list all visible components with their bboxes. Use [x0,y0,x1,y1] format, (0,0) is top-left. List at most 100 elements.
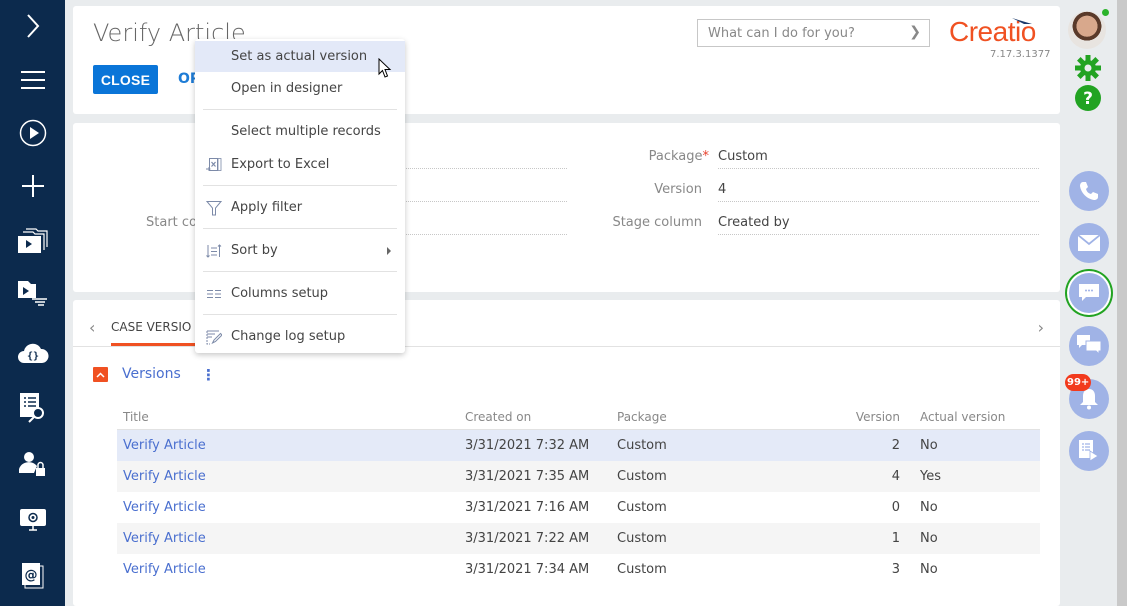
phone-icon [1080,182,1098,200]
table-row[interactable]: Verify Article 3/31/2021 7:34 AM Custom … [117,554,1040,585]
stage-column-field[interactable]: Created by [718,215,790,230]
column-header-created-on[interactable]: Created on [465,410,531,424]
monitor-gear-icon [19,509,46,531]
row-title-link[interactable]: Verify Article [123,531,206,546]
plus-icon [21,175,44,197]
nav-menu-button[interactable] [0,60,65,100]
menu-item-label: Open in designer [231,81,343,96]
column-header-package[interactable]: Package [617,410,667,424]
row-title-link[interactable]: Verify Article [123,438,206,453]
svg-text:?: ? [1083,89,1093,109]
versions-section-title[interactable]: Versions [122,366,181,382]
column-header-actual-version[interactable]: Actual version [920,410,1005,424]
row-created-on: 3/31/2021 7:16 AM [465,500,590,515]
row-package: Custom [617,438,667,453]
row-title-link[interactable]: Verify Article [123,562,206,577]
menu-item-columns-setup[interactable]: Columns setup [195,278,405,309]
row-actual-version: No [920,562,938,577]
tabs-prev-button[interactable]: ‹ [89,318,95,337]
system-designer-button[interactable] [1075,55,1101,81]
package-field[interactable]: Custom [718,149,768,164]
version-field[interactable]: 4 [718,182,726,197]
versions-grid: Title Created on Package Version Actual … [117,404,1040,585]
menu-item-open-in-designer[interactable]: Open in designer [195,73,405,104]
nav-process-log-button[interactable] [0,274,65,314]
nav-start-button[interactable] [0,113,65,153]
nav-lookups-button[interactable] [0,388,65,428]
collapse-section-button[interactable] [93,367,108,382]
sort-icon [206,244,222,258]
menu-item-sort-by[interactable]: Sort by [195,235,405,266]
field-underline [402,234,567,235]
svg-text:@: @ [24,568,37,583]
menu-item-label: Apply filter [231,200,303,215]
row-created-on: 3/31/2021 7:35 AM [465,469,590,484]
menu-item-label: Export to Excel [231,157,330,172]
tab-case-versions[interactable]: CASE VERSIO [111,320,191,334]
menu-item-label: Change log setup [231,329,346,344]
table-row[interactable]: Verify Article 3/31/2021 7:16 AM Custom … [117,492,1040,523]
process-icon [1079,440,1099,462]
tabs-next-button[interactable]: › [1038,318,1044,337]
page-scrollbar[interactable] [1117,0,1127,606]
nav-email-templates-button[interactable]: @ [0,556,65,596]
process-button[interactable] [1069,431,1109,471]
nav-users-button[interactable] [0,444,65,484]
chevron-right-icon[interactable]: ❯ [909,24,921,40]
menu-item-export-excel[interactable]: Export to Excel [195,149,405,180]
row-version: 1 [891,531,900,546]
kebab-menu-icon[interactable]: ⋮ [201,366,216,384]
menu-separator [203,109,397,110]
menu-item-select-multiple[interactable]: Select multiple records [195,116,405,147]
feed-button[interactable] [1069,326,1109,366]
nav-system-settings-button[interactable] [0,500,65,540]
app-version: 7.17.3.1377 [990,49,1051,60]
table-row[interactable]: Verify Article 3/31/2021 7:22 AM Custom … [117,523,1040,554]
context-menu: Set as actual version Open in designer S… [195,39,405,353]
row-version: 2 [891,438,900,453]
row-version: 3 [891,562,900,577]
column-header-title[interactable]: Title [123,410,149,424]
menu-item-change-log-setup[interactable]: Change log setup [195,321,405,352]
row-actual-version: No [920,531,938,546]
nav-configuration-button[interactable]: {} [0,333,65,373]
menu-separator [203,314,397,315]
column-header-version[interactable]: Version [856,410,900,424]
table-row[interactable]: Verify Article 3/31/2021 7:32 AM Custom … [117,430,1040,461]
folders-icon [17,228,48,253]
excel-export-icon [206,158,222,171]
menu-item-set-actual-version[interactable]: Set as actual version [195,41,405,72]
help-button[interactable]: ? [1075,85,1101,111]
menu-item-apply-filter[interactable]: Apply filter [195,192,405,223]
row-actual-version: No [920,438,938,453]
nav-sections-button[interactable] [0,221,65,261]
menu-item-label: Set as actual version [231,49,368,64]
change-log-icon [206,330,222,345]
email-template-icon: @ [21,563,43,589]
email-icon [1078,235,1100,251]
email-button[interactable] [1069,223,1109,263]
feed-icon [1077,335,1101,356]
row-title-link[interactable]: Verify Article [123,500,206,515]
row-created-on: 3/31/2021 7:34 AM [465,562,590,577]
field-underline [402,168,567,169]
table-row[interactable]: Verify Article 3/31/2021 7:35 AM Custom … [117,461,1040,492]
user-avatar[interactable] [1068,11,1106,49]
row-created-on: 3/31/2021 7:22 AM [465,531,590,546]
row-actual-version: Yes [920,469,941,484]
menu-separator [203,271,397,272]
close-button[interactable]: CLOSE [93,65,158,94]
user-lock-icon [18,452,45,476]
nav-expand-button[interactable] [0,6,65,46]
columns-icon [207,290,221,298]
command-line-input[interactable]: What can I do for you? ❯ [697,19,930,47]
bell-icon [1080,389,1098,410]
chat-button[interactable] [1069,273,1109,313]
row-title-link[interactable]: Verify Article [123,469,206,484]
nav-add-button[interactable] [0,166,65,206]
cloud-code-icon: {} [17,343,49,363]
online-status-dot [1102,9,1109,16]
row-version: 4 [891,469,900,484]
phone-button[interactable] [1069,171,1109,211]
chevron-up-icon [96,371,105,378]
